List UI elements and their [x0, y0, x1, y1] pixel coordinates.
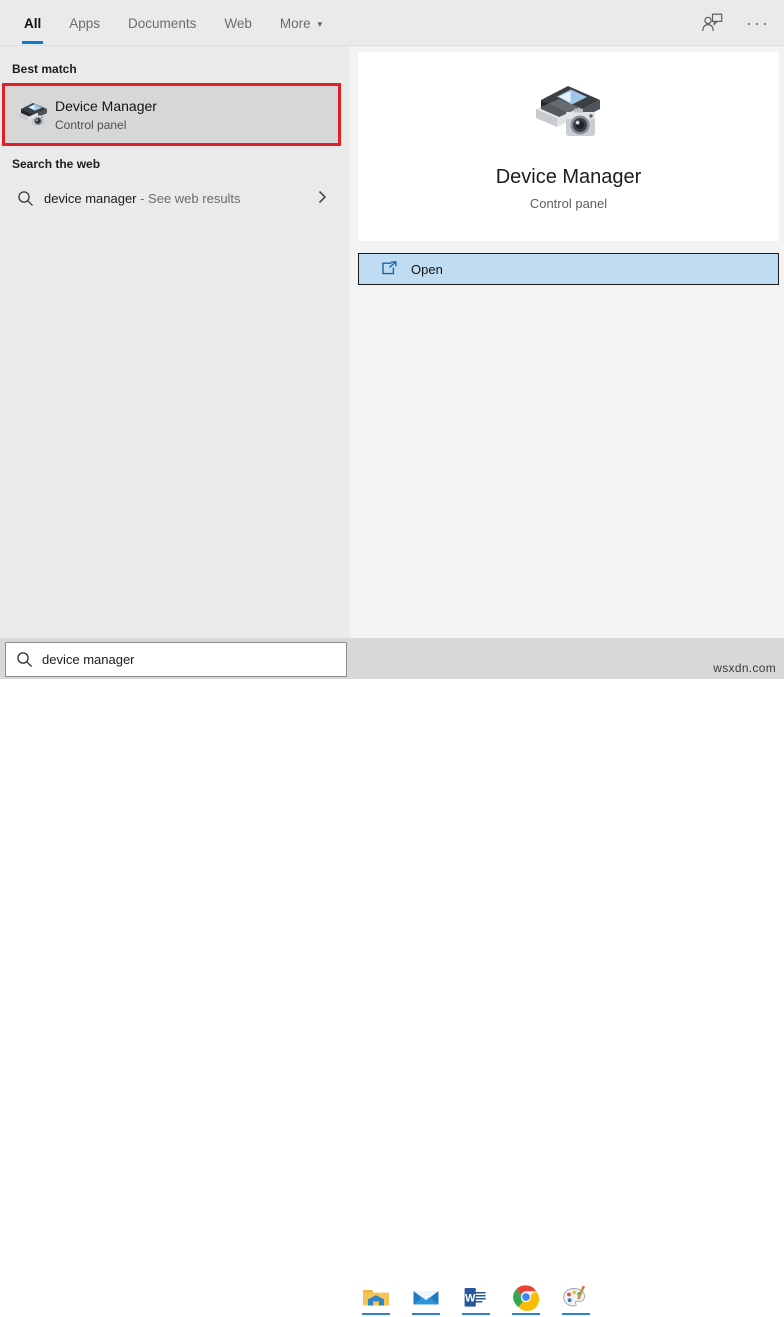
web-search-text: device manager - See web results [44, 191, 241, 206]
more-options-button[interactable]: ··· [740, 6, 776, 40]
search-icon [6, 651, 42, 668]
running-indicator [412, 1312, 440, 1315]
preview-card: Device Manager Control panel [358, 52, 779, 241]
tab-all[interactable]: All [10, 0, 55, 46]
taskbar-search-box[interactable]: device manager [5, 642, 347, 677]
running-indicator [512, 1312, 540, 1315]
preview-subtitle: Control panel [529, 196, 608, 211]
tab-apps-label: Apps [69, 15, 101, 31]
web-search-query: device manager [44, 190, 137, 206]
open-in-new-icon [367, 261, 411, 277]
preview-actions: Open [358, 253, 779, 285]
best-match-heading: Best match [12, 62, 77, 76]
mail-icon [413, 1290, 439, 1304]
device-manager-icon-large [530, 78, 608, 144]
chevron-down-icon: ▾ [317, 18, 323, 29]
screen: All Apps Documents Web More ▾ ··· Best m… [0, 0, 784, 1315]
taskbar-item-paint[interactable] [560, 1279, 592, 1315]
tab-web-label: Web [224, 15, 252, 31]
tab-documents-label: Documents [128, 15, 197, 31]
tab-active-indicator [22, 41, 44, 44]
watermark: wsxdn.com [713, 661, 776, 675]
file-explorer-icon [363, 1289, 389, 1305]
result-item-web-search[interactable]: device manager - See web results [0, 177, 347, 219]
taskbar-item-file-explorer[interactable] [360, 1279, 392, 1315]
tab-more-label: More [279, 15, 311, 31]
paint-icon [563, 1285, 586, 1306]
svg-text:W: W [465, 1292, 476, 1304]
running-indicator [462, 1312, 490, 1315]
taskbar-item-mail[interactable] [410, 1279, 442, 1315]
taskbar-item-chrome[interactable] [510, 1279, 542, 1315]
tab-all-label: All [24, 15, 42, 31]
preview-title: Device Manager [495, 166, 642, 188]
taskbar-item-word[interactable]: W [460, 1279, 492, 1315]
tabbar-actions: ··· [694, 0, 776, 46]
search-filter-tabbar: All Apps Documents Web More ▾ ··· [0, 0, 784, 46]
search-the-web-heading: Search the web [12, 157, 101, 171]
open-button-label: Open [411, 261, 443, 277]
word-icon: W [464, 1287, 488, 1307]
feedback-button[interactable] [694, 6, 730, 40]
tab-documents[interactable]: Documents [114, 0, 210, 46]
running-indicator [562, 1312, 590, 1315]
search-flyout: All Apps Documents Web More ▾ ··· Best m… [0, 0, 784, 638]
tab-more[interactable]: More ▾ [266, 0, 336, 46]
search-icon [6, 190, 44, 207]
results-pane: Best match Device Manager Control panel … [0, 46, 347, 638]
web-search-suffix: - See web results [136, 190, 241, 206]
annotation-highlight-box [2, 83, 341, 146]
open-button[interactable]: Open [358, 253, 779, 285]
running-indicator [362, 1312, 390, 1315]
chevron-right-icon[interactable] [318, 190, 327, 206]
ellipsis-icon: ··· [746, 13, 770, 33]
tab-list: All Apps Documents Web More ▾ [10, 0, 336, 46]
tab-web[interactable]: Web [210, 0, 266, 46]
feedback-person-icon [702, 13, 723, 32]
search-input[interactable]: device manager [42, 652, 135, 667]
chrome-icon [513, 1284, 540, 1311]
preview-pane: Device Manager Control panel Open [350, 46, 784, 638]
tab-apps[interactable]: Apps [55, 0, 114, 46]
taskbar-items: W [355, 1276, 592, 1317]
